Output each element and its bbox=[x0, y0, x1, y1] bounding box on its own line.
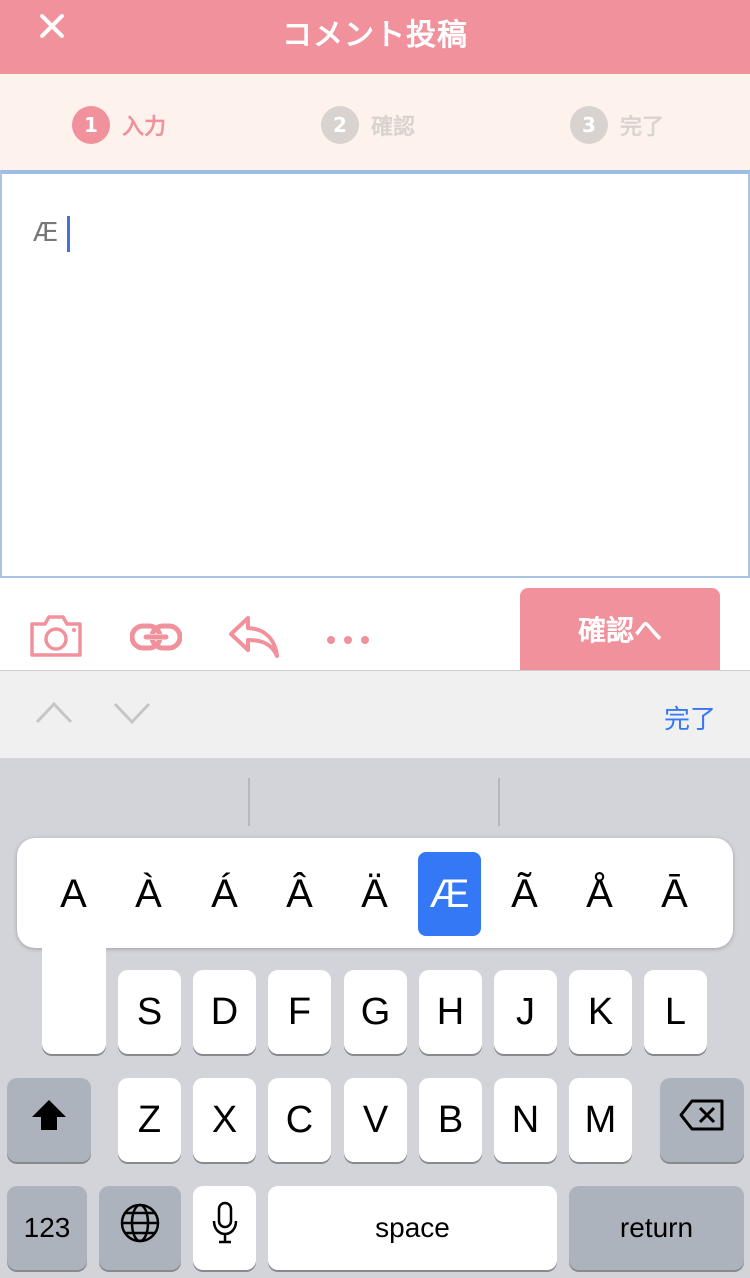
microphone-icon bbox=[211, 1201, 239, 1255]
chevron-down-icon[interactable] bbox=[112, 697, 152, 731]
key-g[interactable]: G bbox=[344, 970, 407, 1054]
step-label: 確認 bbox=[371, 115, 416, 140]
return-key[interactable]: return bbox=[569, 1186, 744, 1270]
accent-option[interactable]: Ã bbox=[493, 852, 556, 936]
page-title: コメント投稿 bbox=[282, 18, 468, 53]
step-number: 1 bbox=[72, 106, 110, 144]
shift-icon bbox=[29, 1097, 69, 1143]
accent-option[interactable]: Á bbox=[193, 852, 256, 936]
keyboard-accessory-bar: 完了 bbox=[0, 670, 750, 758]
editor-toolbar: 確認へ bbox=[0, 578, 750, 670]
backspace-icon bbox=[678, 1098, 726, 1142]
key-h[interactable]: H bbox=[419, 970, 482, 1054]
step-number: 3 bbox=[570, 106, 608, 144]
key-x[interactable]: X bbox=[193, 1078, 256, 1162]
globe-key[interactable] bbox=[99, 1186, 181, 1270]
header-bar: コメント投稿 bbox=[0, 0, 750, 74]
text-caret bbox=[67, 216, 70, 252]
reply-icon[interactable] bbox=[228, 614, 280, 662]
step-label: 完了 bbox=[620, 115, 665, 140]
key-m[interactable]: M bbox=[569, 1078, 632, 1162]
link-icon[interactable] bbox=[129, 622, 183, 656]
suggestion-divider bbox=[248, 778, 250, 826]
shift-key[interactable] bbox=[7, 1078, 91, 1162]
accent-option[interactable]: Å bbox=[568, 852, 631, 936]
mic-key[interactable] bbox=[193, 1186, 256, 1270]
accent-option[interactable]: À bbox=[117, 852, 180, 936]
step-confirm: 2 確認 bbox=[321, 106, 415, 144]
globe-icon bbox=[119, 1202, 161, 1254]
key-n[interactable]: N bbox=[494, 1078, 557, 1162]
delete-key[interactable] bbox=[660, 1078, 744, 1162]
step-number: 2 bbox=[321, 106, 359, 144]
step-label: 入力 bbox=[122, 115, 167, 140]
more-icon[interactable] bbox=[326, 630, 370, 649]
accent-option[interactable]: Â bbox=[268, 852, 331, 936]
key-k[interactable]: K bbox=[569, 970, 632, 1054]
suggestion-divider bbox=[498, 778, 500, 826]
key-l[interactable]: L bbox=[644, 970, 707, 1054]
accent-option[interactable]: Ā bbox=[643, 852, 706, 936]
chevron-up-icon[interactable] bbox=[34, 697, 74, 731]
camera-icon[interactable] bbox=[28, 614, 84, 662]
key-j[interactable]: J bbox=[494, 970, 557, 1054]
key-b[interactable]: B bbox=[419, 1078, 482, 1162]
space-key[interactable]: space bbox=[268, 1186, 557, 1270]
numbers-key[interactable]: 123 bbox=[7, 1186, 87, 1270]
accent-option-selected[interactable]: Æ bbox=[418, 852, 481, 936]
accent-popup: A À Á Â Ä Æ Ã Å Ā bbox=[17, 838, 733, 948]
done-button[interactable]: 完了 bbox=[664, 699, 716, 736]
key-c[interactable]: C bbox=[268, 1078, 331, 1162]
accent-option[interactable]: A bbox=[42, 852, 105, 936]
key-f[interactable]: F bbox=[268, 970, 331, 1054]
step-complete: 3 完了 bbox=[570, 106, 664, 144]
comment-text: Æ bbox=[33, 218, 59, 248]
key-z[interactable]: Z bbox=[118, 1078, 181, 1162]
accent-option[interactable]: Ä bbox=[343, 852, 406, 936]
step-input: 1 入力 bbox=[72, 106, 166, 144]
step-indicator: 1 入力 2 確認 3 完了 bbox=[0, 74, 750, 170]
popup-joint bbox=[42, 930, 106, 960]
confirm-button[interactable]: 確認へ bbox=[520, 588, 720, 670]
key-s[interactable]: S bbox=[118, 970, 181, 1054]
comment-textarea[interactable]: Æ bbox=[0, 170, 750, 578]
key-d[interactable]: D bbox=[193, 970, 256, 1054]
key-v[interactable]: V bbox=[344, 1078, 407, 1162]
